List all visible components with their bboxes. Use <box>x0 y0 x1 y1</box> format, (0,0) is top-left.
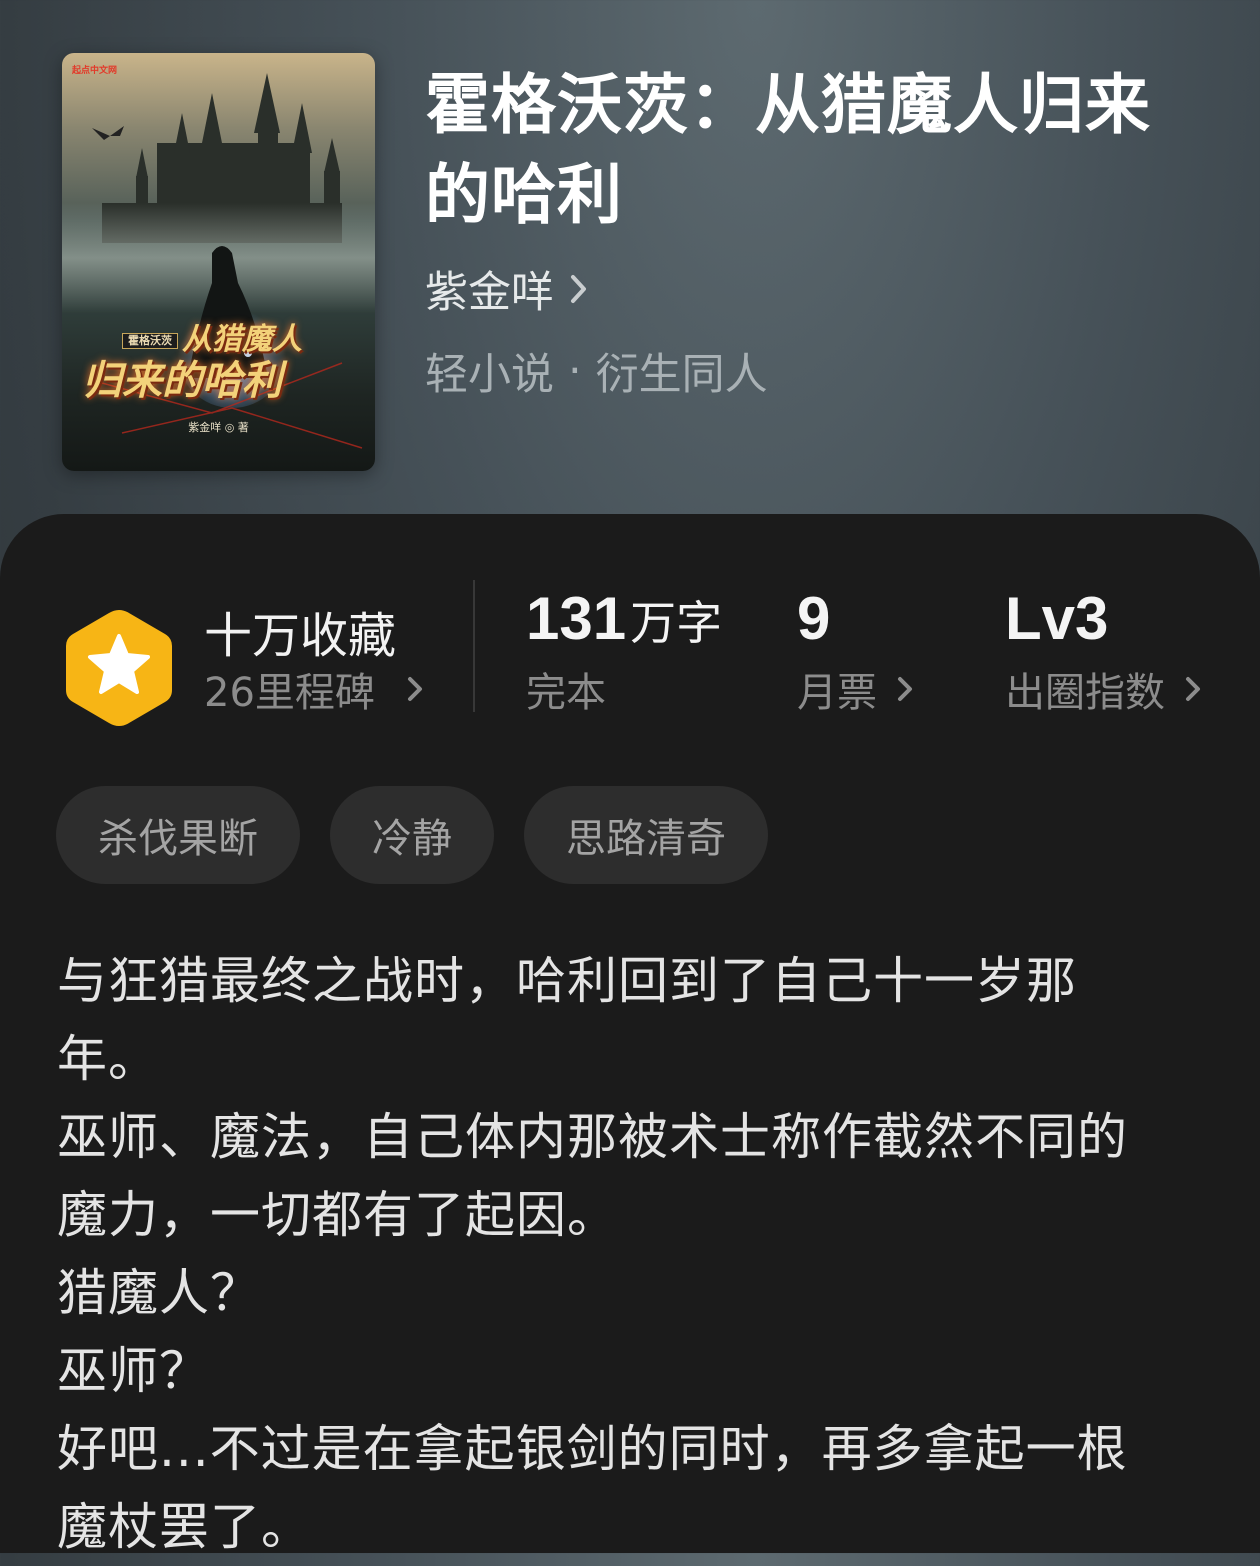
milestone-link[interactable]: 26里程碑 <box>204 660 425 718</box>
chevron-right-icon <box>1183 674 1203 704</box>
cover-title-line1: 从猎魔人 <box>182 322 302 357</box>
synopsis-line: 巫师、魔法，自己体内那被术士称作截然不同的 <box>57 1108 1128 1166</box>
synopsis-line: 年。 <box>57 1030 159 1088</box>
stats-divider <box>473 580 475 712</box>
separator-dot: · <box>568 346 582 396</box>
star-hexagon-icon[interactable] <box>62 606 176 730</box>
completion-status: 完本 <box>526 670 606 716</box>
chevron-right-icon <box>568 272 590 306</box>
author-link[interactable]: 紫金咩 <box>425 258 590 320</box>
word-count-value: 131 <box>526 585 627 652</box>
cover-series: 霍格沃茨 <box>122 332 178 350</box>
cover-publisher: 起点中文网 <box>72 66 118 76</box>
tag-chip[interactable]: 思路清奇 <box>524 786 768 884</box>
cover-title-line2: 归来的哈利 <box>82 356 282 404</box>
author-name: 紫金咩 <box>425 268 554 318</box>
word-count-stat: 131 万字 完本 <box>526 584 722 718</box>
synopsis-line: 猎魔人？ <box>57 1264 261 1322</box>
category-link[interactable]: 轻小说 <box>425 340 554 402</box>
popularity-level-value: Lv3 <box>1005 585 1109 652</box>
monthly-votes-value: 9 <box>797 585 831 652</box>
book-cover[interactable]: 起点中文网 霍格沃茨 从猎魔人 归来的哈利 紫金咩 ◎ 著 <box>62 53 375 471</box>
genre-row: 轻小说 · 衍生同人 <box>425 340 768 402</box>
synopsis-line: 好吧...不过是在拿起银剑的同时，再多拿起一根 <box>57 1420 1128 1478</box>
book-title-line1: 霍格沃茨：从猎魔人归来 <box>425 67 1152 143</box>
cover-title: 霍格沃茨 从猎魔人 归来的哈利 <box>82 322 362 404</box>
milestone-title: 十万收藏 <box>204 608 397 664</box>
synopsis[interactable]: 与狂猎最终之战时，哈利回到了自己十一岁那 年。 巫师、魔法，自己体内那被术士称作… <box>57 942 1197 1566</box>
popularity-index-stat[interactable]: Lv3 出圈指数 <box>1005 584 1203 718</box>
milestone-count: 26里程碑 <box>204 670 375 716</box>
synopsis-line: 魔力，一切都有了起因。 <box>57 1186 618 1244</box>
synopsis-line: 与狂猎最终之战时，哈利回到了自己十一岁那 <box>57 952 1077 1010</box>
synopsis-line: 魔杖罢了。 <box>57 1498 312 1556</box>
tag-chip[interactable]: 杀伐果断 <box>56 786 300 884</box>
monthly-votes-stat[interactable]: 9 月票 <box>797 584 915 718</box>
detail-sheet: 十万收藏 26里程碑 131 万字 完本 9 月票 Lv3 出圈指数 杀伐果断 … <box>0 514 1260 1556</box>
popularity-index-label: 出圈指数 <box>1005 670 1165 716</box>
cover-author-credit: 紫金咩 ◎ 著 <box>188 421 249 434</box>
chevron-right-icon <box>405 674 425 704</box>
book-title: 霍格沃茨：从猎魔人归来 的哈利 <box>425 60 1225 240</box>
word-count-unit: 万字 <box>630 596 723 650</box>
chevron-right-icon <box>895 674 915 704</box>
stats-bar: 十万收藏 26里程碑 131 万字 完本 9 月票 Lv3 出圈指数 <box>0 514 1260 744</box>
book-title-line2: 的哈利 <box>425 157 624 233</box>
synopsis-line: 巫师？ <box>57 1342 210 1400</box>
cover-artwork <box>62 73 375 449</box>
monthly-votes-label: 月票 <box>797 670 877 716</box>
tag-chip[interactable]: 冷静 <box>330 786 494 884</box>
subcategory-link[interactable]: 衍生同人 <box>596 340 768 402</box>
tag-list: 杀伐果断 冷静 思路清奇 <box>56 786 768 884</box>
